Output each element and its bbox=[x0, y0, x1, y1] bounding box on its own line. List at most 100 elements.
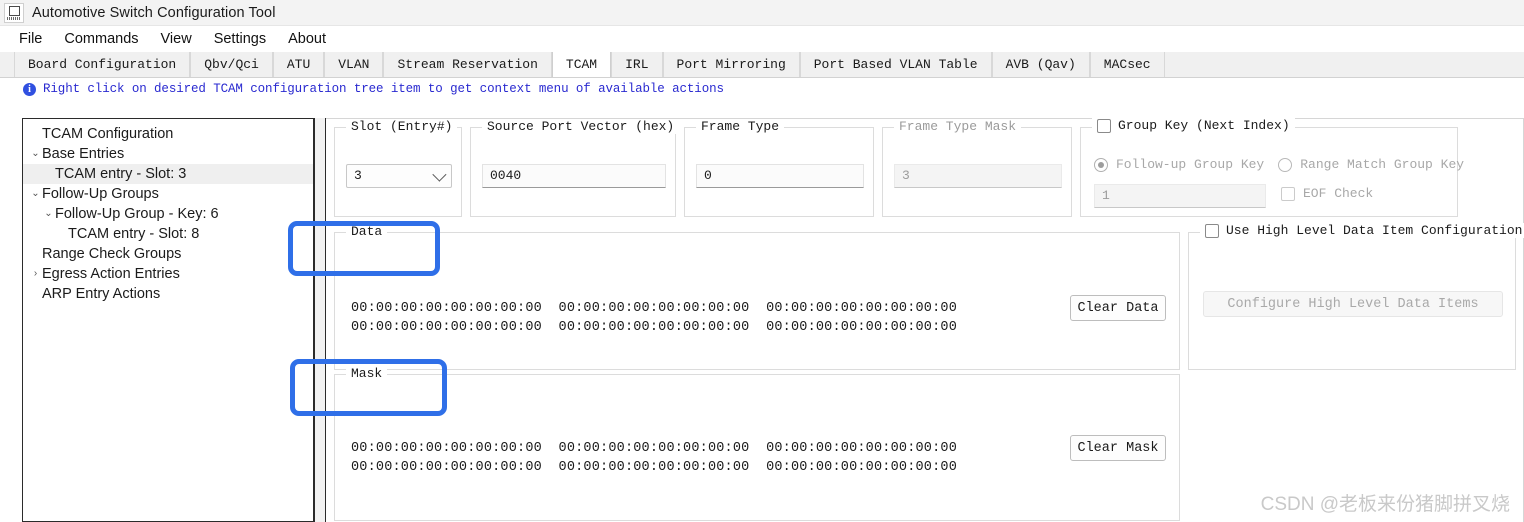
slot-group-legend: Slot (Entry#) bbox=[346, 119, 458, 134]
group-key-radio-row: Follow-up Group Key Range Match Group Ke… bbox=[1094, 157, 1464, 172]
frame-type-value: 0 bbox=[704, 168, 712, 183]
tab-vlan[interactable]: VLAN bbox=[324, 52, 384, 77]
followup-group-key-label: Follow-up Group Key bbox=[1116, 157, 1265, 172]
marvell-chip-icon bbox=[4, 2, 24, 23]
slot-select[interactable]: 3 bbox=[346, 164, 452, 188]
tcam-entry-editor: Slot (Entry#) 3 Source Port Vector (hex)… bbox=[326, 118, 1524, 522]
tree-item-tcam-entry-slot-8[interactable]: › TCAM entry - Slot: 8 bbox=[23, 224, 313, 244]
content-area: › TCAM Configuration ⌄ Base Entries › TC… bbox=[0, 100, 1524, 522]
slot-group: Slot (Entry#) 3 bbox=[334, 119, 462, 217]
tree-item-range-check-groups[interactable]: › Range Check Groups bbox=[23, 244, 313, 264]
tree-item-label: Egress Action Entries bbox=[42, 266, 180, 282]
group-key-group: Group Key (Next Index) Follow-up Group K… bbox=[1080, 118, 1464, 217]
info-bar-text: Right click on desired TCAM configuratio… bbox=[43, 82, 724, 96]
menu-view[interactable]: View bbox=[150, 29, 203, 49]
tree-item-label: Follow-Up Group - Key: 6 bbox=[55, 206, 219, 222]
tab-port-mirroring[interactable]: Port Mirroring bbox=[662, 52, 800, 77]
eof-check-label: EOF Check bbox=[1303, 186, 1374, 201]
group-key-index-value: 1 bbox=[1102, 188, 1110, 203]
source-port-vector-group: Source Port Vector (hex) 0040 bbox=[470, 119, 680, 217]
slot-select-value: 3 bbox=[354, 168, 362, 183]
tree-item-tcam-configuration[interactable]: › TCAM Configuration bbox=[23, 124, 313, 144]
tree-item-base-entries[interactable]: ⌄ Base Entries bbox=[23, 144, 313, 164]
watermark: CSDN @老板来份猪脚拼叉烧 bbox=[1260, 494, 1510, 515]
mask-hex-line-2[interactable]: 00:00:00:00:00:00:00:00 00:00:00:00:00:0… bbox=[351, 458, 957, 477]
panel-splitter[interactable] bbox=[314, 118, 326, 522]
tab-qbv-qci[interactable]: Qbv/Qci bbox=[190, 52, 273, 77]
source-port-vector-legend: Source Port Vector (hex) bbox=[482, 119, 680, 134]
menu-settings[interactable]: Settings bbox=[203, 29, 277, 49]
tabbar: Board Configuration Qbv/Qci ATU VLAN Str… bbox=[0, 52, 1524, 78]
eof-check-row: EOF Check bbox=[1281, 186, 1373, 201]
high-level-data-legend: Use High Level Data Item Configuration bbox=[1200, 223, 1524, 238]
info-bar: i Right click on desired TCAM configurat… bbox=[0, 78, 1524, 100]
tree-item-label: Base Entries bbox=[42, 146, 125, 162]
tab-tcam[interactable]: TCAM bbox=[551, 52, 612, 77]
tree-item-label: TCAM entry - Slot: 8 bbox=[68, 226, 200, 242]
chevron-down-icon[interactable]: ⌄ bbox=[42, 204, 55, 224]
info-icon: i bbox=[23, 82, 36, 96]
configure-high-level-data-items-button: Configure High Level Data Items bbox=[1203, 291, 1503, 317]
mask-group-legend: Mask bbox=[346, 366, 388, 381]
tree-item-label: Follow-Up Groups bbox=[42, 186, 159, 202]
data-hex-line-1[interactable]: 00:00:00:00:00:00:00:00 00:00:00:00:00:0… bbox=[351, 299, 957, 318]
twisty-icon: › bbox=[29, 124, 42, 144]
menu-commands[interactable]: Commands bbox=[53, 29, 149, 49]
group-key-legend-label: Group Key (Next Index) bbox=[1118, 118, 1290, 133]
tree-item-tcam-entry-slot-3[interactable]: › TCAM entry - Slot: 3 bbox=[23, 164, 313, 184]
tree-item-label: ARP Entry Actions bbox=[42, 286, 161, 302]
frame-type-legend: Frame Type bbox=[696, 119, 785, 134]
data-group-legend: Data bbox=[346, 224, 388, 239]
frame-type-input[interactable]: 0 bbox=[696, 164, 864, 188]
followup-group-key-radio[interactable] bbox=[1094, 157, 1108, 172]
frame-type-mask-legend: Frame Type Mask bbox=[894, 119, 1022, 134]
use-high-level-data-checkbox[interactable] bbox=[1205, 223, 1219, 238]
twisty-icon: › bbox=[42, 164, 55, 184]
data-hex-line-2[interactable]: 00:00:00:00:00:00:00:00 00:00:00:00:00:0… bbox=[351, 318, 957, 337]
clear-mask-button[interactable]: Clear Mask bbox=[1070, 435, 1166, 461]
range-match-group-key-label: Range Match Group Key bbox=[1300, 157, 1465, 172]
chevron-down-icon[interactable]: ⌄ bbox=[29, 184, 42, 204]
group-key-checkbox[interactable] bbox=[1097, 118, 1111, 133]
group-key-index-input: 1 bbox=[1094, 184, 1266, 208]
menubar: File Commands View Settings About bbox=[0, 26, 1524, 52]
frame-type-mask-input: 3 bbox=[894, 164, 1062, 188]
twisty-icon: › bbox=[29, 244, 42, 264]
eof-check-checkbox[interactable] bbox=[1281, 186, 1295, 201]
tree-item-label: TCAM entry - Slot: 3 bbox=[55, 166, 187, 182]
clear-data-button[interactable]: Clear Data bbox=[1070, 295, 1166, 321]
range-match-group-key-radio[interactable] bbox=[1278, 157, 1293, 172]
twisty-icon: › bbox=[29, 284, 42, 304]
twisty-icon: › bbox=[55, 224, 68, 244]
tree-item-egress-action-entries[interactable]: › Egress Action Entries bbox=[23, 264, 313, 284]
tab-board-configuration[interactable]: Board Configuration bbox=[14, 52, 191, 77]
high-level-data-legend-label: Use High Level Data Item Configuration bbox=[1226, 223, 1523, 238]
group-key-legend: Group Key (Next Index) bbox=[1092, 118, 1295, 133]
chevron-down-icon[interactable]: ⌄ bbox=[29, 144, 42, 164]
data-group: Data 00:00:00:00:00:00:00:00 00:00:00:00… bbox=[334, 224, 1180, 370]
tab-macsec[interactable]: MACsec bbox=[1089, 52, 1165, 77]
mask-hex-line-1[interactable]: 00:00:00:00:00:00:00:00 00:00:00:00:00:0… bbox=[351, 439, 957, 458]
chevron-right-icon[interactable]: › bbox=[29, 264, 42, 284]
source-port-vector-value: 0040 bbox=[490, 168, 522, 183]
source-port-vector-input[interactable]: 0040 bbox=[482, 164, 666, 188]
frame-type-mask-group: Frame Type Mask 3 bbox=[882, 119, 1072, 217]
tab-atu[interactable]: ATU bbox=[272, 52, 325, 77]
tab-port-based-vlan-table[interactable]: Port Based VLAN Table bbox=[799, 52, 992, 77]
tab-stream-reservation[interactable]: Stream Reservation bbox=[383, 52, 552, 77]
high-level-data-group: Use High Level Data Item Configuration C… bbox=[1188, 223, 1524, 370]
tab-avb-qav[interactable]: AVB (Qav) bbox=[991, 52, 1090, 77]
menu-about[interactable]: About bbox=[277, 29, 337, 49]
tree-item-arp-entry-actions[interactable]: › ARP Entry Actions bbox=[23, 284, 313, 304]
frame-type-group: Frame Type 0 bbox=[684, 119, 874, 217]
window-titlebar: Automotive Switch Configuration Tool bbox=[0, 0, 1524, 26]
tree-item-label: Range Check Groups bbox=[42, 246, 182, 262]
tree-item-follow-up-group-key-6[interactable]: ⌄ Follow-Up Group - Key: 6 bbox=[23, 204, 313, 224]
tree-item-label: TCAM Configuration bbox=[42, 126, 174, 142]
mask-group: Mask 00:00:00:00:00:00:00:00 00:00:00:00… bbox=[334, 366, 1180, 521]
tcam-configuration-tree[interactable]: › TCAM Configuration ⌄ Base Entries › TC… bbox=[22, 118, 314, 522]
chevron-down-icon bbox=[432, 167, 447, 182]
menu-file[interactable]: File bbox=[8, 29, 53, 49]
tab-irl[interactable]: IRL bbox=[611, 52, 663, 77]
tree-item-follow-up-groups[interactable]: ⌄ Follow-Up Groups bbox=[23, 184, 313, 204]
